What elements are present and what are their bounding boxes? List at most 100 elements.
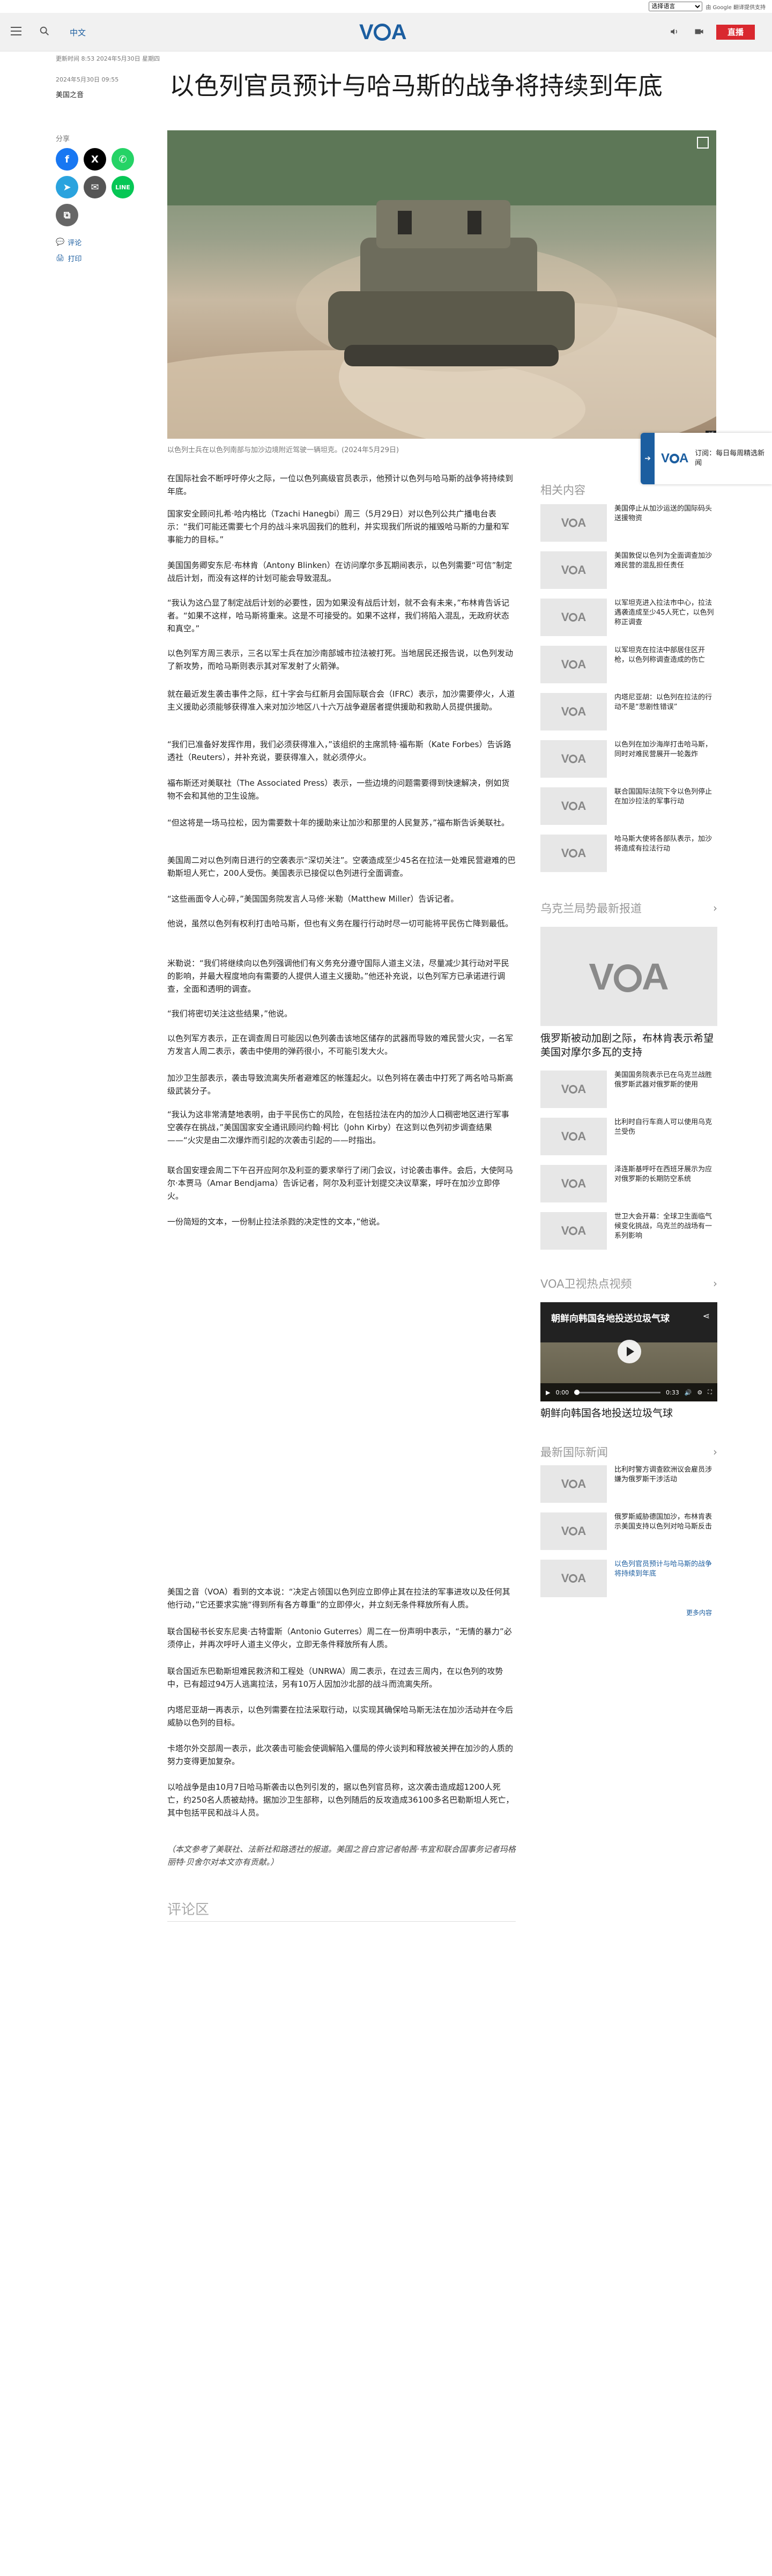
publish-date: 2024年5月30日 09:55 bbox=[56, 76, 119, 83]
copy-link-icon: ⧉ bbox=[63, 209, 71, 221]
expand-image-icon[interactable] bbox=[697, 137, 709, 149]
email-share-button[interactable]: ✉ bbox=[84, 176, 106, 198]
ukraine-feature-title[interactable]: 俄罗斯被动加剧之际，布林肯表示希望美国对摩尔多瓦的支持 bbox=[540, 1031, 717, 1059]
settings-icon[interactable]: ⚙ bbox=[697, 1389, 702, 1396]
more-link[interactable]: 更多内容 bbox=[686, 1608, 712, 1617]
ukraine-item[interactable]: V A 世卫大会开幕：全球卫生面临气候变化挑战，乌克兰的战场有一系列影响 bbox=[540, 1212, 717, 1251]
chevron-right-icon: › bbox=[713, 1445, 717, 1458]
language-link[interactable]: 中文 bbox=[70, 27, 86, 38]
x-icon: X bbox=[91, 153, 99, 165]
article-paragraph: 美国周二对以色列南日进行的空袭表示“深切关注”。空袭造成至少45名在拉法一处难民… bbox=[167, 855, 516, 878]
article-paragraph: 以色列军方表示，正在调查周日可能因以色列袭击该地区储存的武器而导致的难民营火灾，… bbox=[167, 1034, 514, 1056]
whatsapp-share-button[interactable]: ✆ bbox=[112, 148, 134, 171]
intl-item[interactable]: V A 俄罗斯威胁德国加沙，布林肯表示美国支持以色列对哈马斯反击 bbox=[540, 1512, 717, 1551]
article-paragraph: 内塔尼亚胡一再表示，以色列需要在拉法采取行动，以实现其确保哈马斯无法在加沙活动并… bbox=[167, 1705, 514, 1728]
subscribe-widget[interactable]: ➔ VA 订阅：每日每周精选新闻 bbox=[641, 433, 772, 484]
search-icon[interactable] bbox=[39, 25, 50, 37]
facebook-share-button[interactable]: f bbox=[56, 148, 78, 171]
voa-logo[interactable]: VA bbox=[359, 20, 407, 45]
article-paragraph: “但这将是一场马拉松，因为需要数十年的援助来让加沙和那里的人民复苏，”福布斯告诉… bbox=[167, 818, 510, 828]
article-paragraph: 一份简短的文本，一份制止拉法杀戮的决定性的文本，”他说。 bbox=[167, 1217, 385, 1227]
article-paragraph: 以色列军方周三表示，三名以军士兵在加沙南部城市拉法被打死。当地居民还报告说，以色… bbox=[167, 648, 514, 671]
image-caption: 以色列士兵在以色列南部与加沙边境附近驾驶一辆坦克。(2024年5月29日) bbox=[167, 446, 399, 454]
article-paragraph: 联合国近东巴勒斯坦难民救济和工程处（UNRWA）周二表示，在过去三周内，在以色列… bbox=[167, 1666, 503, 1689]
thumbnail: VA bbox=[540, 1118, 607, 1155]
audio-icon[interactable] bbox=[669, 27, 680, 36]
related-item[interactable]: V A 哈马斯大使将各部队表示，加沙将造成有拉法行动 bbox=[540, 835, 717, 873]
print-link[interactable]: 🖨 打印 bbox=[56, 253, 82, 263]
menu-icon[interactable] bbox=[11, 27, 21, 35]
article-paragraph: 福布斯还对美联社（The Associated Press）表示，一些边境的问题… bbox=[167, 778, 510, 801]
x-share-button[interactable]: X bbox=[84, 148, 106, 171]
video-caption[interactable]: 朝鲜向韩国各地投送垃圾气球 bbox=[540, 1405, 673, 1420]
related-item[interactable]: V A 内塔尼亚胡：以色列在拉法的行动不是“悲剧性错误” bbox=[540, 693, 717, 732]
related-item[interactable]: V A 以军坦克在拉法中部居住区开枪，以色列称调查造成的伤亡 bbox=[540, 646, 717, 684]
volume-icon[interactable]: 🔊 bbox=[685, 1389, 692, 1396]
thumbnail: VA bbox=[540, 1560, 607, 1597]
thumbnail: VA bbox=[540, 504, 607, 542]
play-small-icon[interactable]: ▶ bbox=[546, 1389, 550, 1396]
article-paragraph: 国家安全顾问扎希·哈内格比（Tzachi Hanegbi）周三（5月29日）对以… bbox=[167, 509, 509, 544]
progress-handle[interactable] bbox=[574, 1389, 580, 1395]
related-heading: 相关内容 bbox=[540, 484, 585, 497]
video-heading[interactable]: VOA卫视热点视频 › bbox=[540, 1275, 717, 1291]
article-paragraph: “我们已准备好发挥作用，我们必须获得准入，”该组织的主席凯特·福布斯（Kate … bbox=[167, 740, 511, 762]
fullscreen-icon[interactable]: ⛶ bbox=[708, 1389, 712, 1396]
ukraine-feature-image[interactable]: VA bbox=[540, 927, 717, 1026]
play-button[interactable] bbox=[618, 1340, 641, 1363]
article-paragraph: 以哈战争是由10月7日哈马斯袭击以色列引发的，据以色列官员称，这次袭击造成超12… bbox=[167, 1782, 514, 1818]
comments-divider bbox=[167, 1921, 516, 1922]
widget-arrow-icon[interactable]: ➔ bbox=[641, 433, 655, 484]
hero-image bbox=[167, 130, 716, 439]
article-paragraph: “这些画面令人心碎，”美国国务院发言人马修·米勒（Matthew Miller）… bbox=[167, 894, 459, 904]
intl-item[interactable]: V A 以色列官员预计与哈马斯的战争将持续到年底 bbox=[540, 1560, 717, 1598]
related-item[interactable]: V A 美国敦促以色列为全面调查加沙难民营的混乱担任责任 bbox=[540, 551, 717, 590]
related-item[interactable]: V A 以军坦克进入拉法市中心，拉法遇袭造成至少45人死亡，以色列称正调查 bbox=[540, 599, 717, 637]
article-paragraph: “我认为这非常清楚地表明，由于平民伤亡的风险，在包括拉法在内的加沙人口稠密地区进… bbox=[167, 1110, 509, 1145]
share-icon[interactable]: ⋖ bbox=[703, 1311, 710, 1321]
intl-heading[interactable]: 最新国际新闻 › bbox=[540, 1444, 717, 1460]
thumbnail: VA bbox=[540, 740, 607, 778]
ukraine-item[interactable]: V A 泽连斯基呼吁在西班牙展示为应对俄罗斯的长期防空系统 bbox=[540, 1165, 717, 1204]
widget-text: 订阅：每日每周精选新闻 bbox=[695, 449, 765, 467]
article-paragraph: 在国际社会不断呼吁停火之际，一位以色列高级官员表示，他预计以色列与哈马斯的战争将… bbox=[167, 474, 514, 496]
video-controls: ▶ 0:00 0:33 🔊 ⚙ ⛶ bbox=[540, 1383, 717, 1401]
live-button[interactable]: 直播 bbox=[716, 25, 755, 40]
thumbnail: VA bbox=[540, 1465, 607, 1503]
video-player[interactable]: 朝鲜向韩国各地投送垃圾气球 ⋖ ▶ 0:00 0:33 🔊 ⚙ ⛶ bbox=[540, 1302, 717, 1401]
ukraine-heading[interactable]: 乌克兰局势最新报道 › bbox=[540, 900, 717, 916]
video-icon[interactable] bbox=[694, 27, 704, 36]
article-paragraph: 卡塔尔外交部周一表示，此次袭击可能会使调解陷入僵局的停火谈判和释放被关押在加沙的… bbox=[167, 1744, 514, 1766]
related-item[interactable]: V A 联合国国际法院下令以色列停止在加沙拉法的军事行动 bbox=[540, 787, 717, 826]
ukraine-item[interactable]: V A 美国国务院表示已在乌克兰战胜俄罗斯武器对俄罗斯的使用 bbox=[540, 1071, 717, 1109]
related-item[interactable]: V A 以色列在加沙海岸打击哈马斯，同时对难民营展开一轮轰炸 bbox=[540, 740, 717, 779]
thumbnail: VA bbox=[540, 1071, 607, 1108]
thumbnail: VA bbox=[540, 1512, 607, 1550]
thumbnail: VA bbox=[540, 1165, 607, 1202]
video-title: 朝鲜向韩国各地投送垃圾气球 bbox=[551, 1313, 670, 1324]
thumbnail: VA bbox=[540, 551, 607, 589]
related-item[interactable]: V A 美国停止从加沙运送的国际码头送援物资 bbox=[540, 504, 717, 543]
line-icon: LINE bbox=[115, 183, 130, 191]
comment-link[interactable]: 💬 评论 bbox=[56, 237, 81, 247]
video-progress[interactable] bbox=[574, 1389, 661, 1395]
share-row-1: f X ✆ bbox=[56, 148, 134, 171]
line-share-button[interactable]: LINE bbox=[112, 176, 134, 198]
copy-link-button[interactable]: ⧉ bbox=[56, 204, 78, 226]
google-translate-bar: 选择语言 由 Google 翻译提供支持 bbox=[0, 0, 772, 13]
page-title: 以色列官员预计与哈马斯的战争将持续到年底 bbox=[169, 71, 663, 100]
article-paragraph: 联合国秘书长安东尼奥·古特雷斯（Antonio Guterres）周二在一份声明… bbox=[167, 1627, 512, 1649]
play-icon bbox=[627, 1347, 634, 1356]
article-credit-note: （本文参考了美联社、法新社和路透社的报道。美国之音白宫记者帕茜·韦宜和联合国事务… bbox=[167, 1844, 516, 1867]
article-paragraph: 米勒说：“我们将继续向以色列强调他们有义务充分遵守国际人道主义法，尽量减少其行动… bbox=[167, 958, 509, 994]
telegram-share-button[interactable]: ➤ bbox=[56, 176, 78, 198]
ukraine-item[interactable]: V A 比利时自行车商人可以使用乌克兰受伤 bbox=[540, 1118, 717, 1156]
thumbnail: VA bbox=[540, 835, 607, 872]
comment-icon: 💬 bbox=[56, 238, 65, 246]
thumbnail: VA bbox=[540, 646, 607, 683]
share-label: 分享 bbox=[56, 135, 70, 143]
language-select[interactable]: 选择语言 bbox=[649, 2, 703, 11]
thumbnail: VA bbox=[540, 787, 607, 825]
intl-item[interactable]: V A 比利时警方调查欧洲议会雇员涉嫌为俄罗斯干涉活动 bbox=[540, 1465, 717, 1504]
telegram-icon: ➤ bbox=[63, 181, 71, 193]
